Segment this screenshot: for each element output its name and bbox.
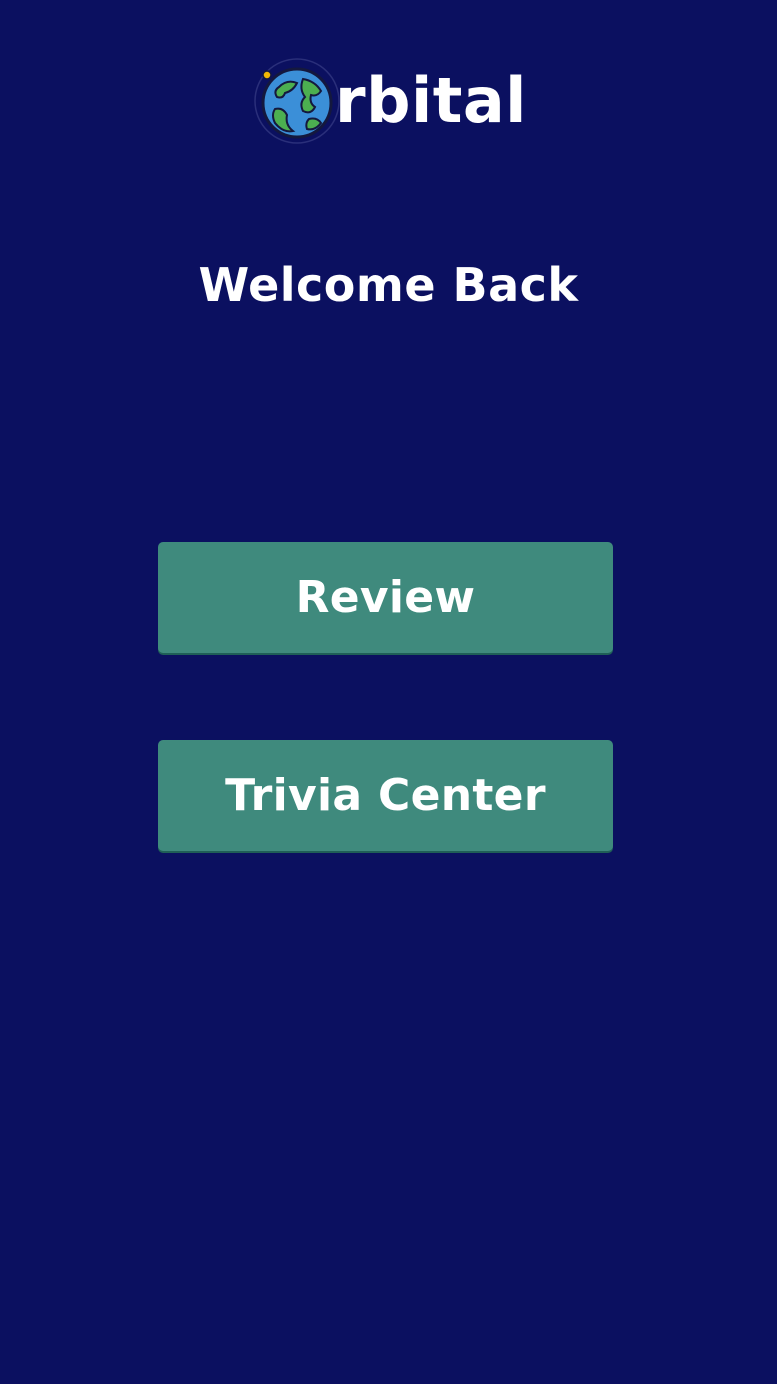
app-name: rbital [335, 64, 527, 137]
welcome-title: Welcome Back [198, 258, 579, 312]
globe-icon [254, 58, 340, 144]
home-screen: rbital Welcome Back Review Trivia Center [0, 0, 777, 1384]
review-button[interactable]: Review [158, 542, 613, 653]
trivia-center-button[interactable]: Trivia Center [158, 740, 613, 851]
app-logo: rbital [253, 56, 527, 146]
